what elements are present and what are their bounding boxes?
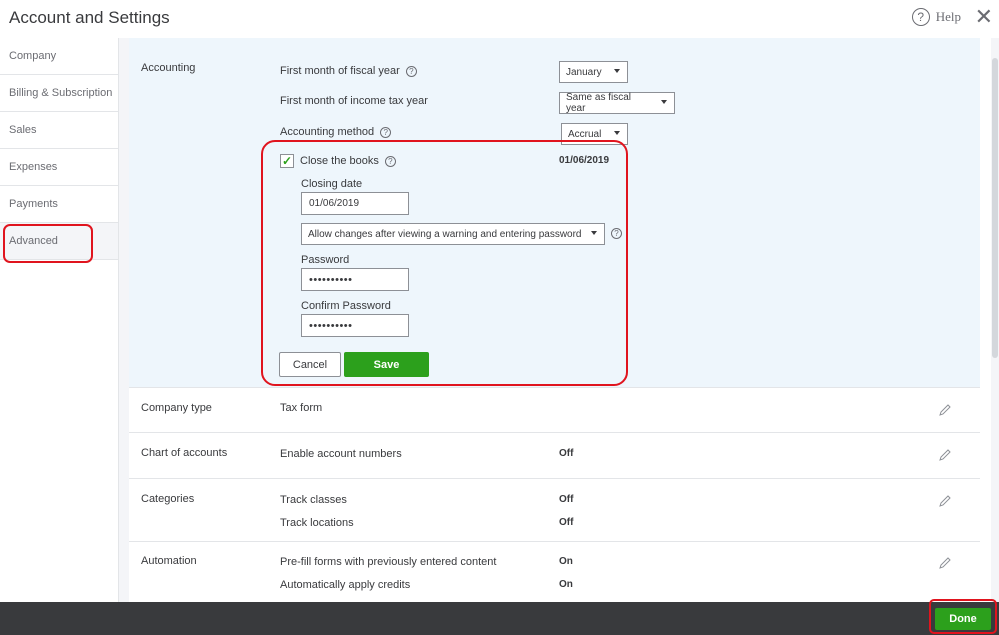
- apply-credits-value: On: [559, 579, 573, 590]
- pencil-icon[interactable]: [938, 494, 952, 508]
- scrollbar-thumb[interactable]: [992, 58, 998, 358]
- fiscal-year-label: First month of fiscal year?: [280, 65, 417, 77]
- prefill-forms-value: On: [559, 556, 573, 567]
- sidebar-item-label: Sales: [9, 124, 37, 136]
- info-icon[interactable]: ?: [405, 65, 417, 77]
- account-numbers-label: Enable account numbers: [280, 448, 402, 460]
- highlight-advanced: [3, 224, 93, 263]
- sidebar-item-billing[interactable]: Billing & Subscription: [0, 75, 118, 112]
- chevron-down-icon: [614, 131, 620, 135]
- pencil-icon[interactable]: [938, 403, 952, 417]
- fiscal-year-value: January: [566, 66, 602, 78]
- accounting-method-label: Accounting method?: [280, 126, 392, 138]
- income-tax-select[interactable]: Same as fiscal year: [559, 92, 675, 114]
- scrollbar[interactable]: [991, 38, 999, 602]
- sidebar-item-label: Company: [9, 50, 57, 62]
- settings-panel: Accounting First month of fiscal year? J…: [129, 38, 991, 602]
- section-title-accounting: Accounting: [141, 62, 196, 74]
- pencil-icon[interactable]: [938, 556, 952, 570]
- sidebar: Company Billing & Subscription Sales Exp…: [0, 38, 119, 602]
- sidebar-item-label: Expenses: [9, 161, 58, 173]
- fiscal-year-select[interactable]: January: [559, 61, 628, 83]
- sidebar-item-expenses[interactable]: Expenses: [0, 149, 118, 186]
- help-icon: ?: [911, 8, 930, 26]
- apply-credits-label: Automatically apply credits: [280, 579, 411, 591]
- chevron-down-icon: [661, 100, 667, 104]
- tax-form-label: Tax form: [280, 402, 323, 414]
- help-label: Help: [935, 9, 961, 24]
- sidebar-item-payments[interactable]: Payments: [0, 186, 118, 223]
- section-title-automation: Automation: [141, 555, 197, 567]
- info-icon[interactable]: ?: [380, 126, 392, 138]
- sidebar-item-company[interactable]: Company: [0, 38, 118, 75]
- track-locations-label: Track locations: [280, 517, 354, 529]
- track-locations-value: Off: [559, 517, 574, 528]
- section-title-company-type: Company type: [141, 402, 212, 414]
- account-numbers-value: Off: [559, 448, 574, 459]
- help-button[interactable]: ? Help: [911, 8, 961, 26]
- page-title: Account and Settings: [9, 8, 170, 27]
- automation-section: Automation Pre-fill forms with previousl…: [129, 541, 980, 602]
- chevron-down-icon: [614, 69, 620, 73]
- sidebar-item-sales[interactable]: Sales: [0, 112, 118, 149]
- sidebar-item-label: Billing & Subscription: [9, 87, 113, 99]
- section-title-chart-of-accounts: Chart of accounts: [141, 447, 228, 459]
- sidebar-item-label: Payments: [9, 198, 58, 210]
- header: Account and Settings ? Help ✕: [0, 0, 999, 38]
- income-tax-label: First month of income tax year: [280, 95, 428, 107]
- chart-of-accounts-section: Chart of accounts Enable account numbers…: [129, 432, 980, 478]
- company-type-section: Company type Tax form: [129, 387, 980, 432]
- prefill-forms-label: Pre-fill forms with previously entered c…: [280, 556, 497, 568]
- highlight-close-books: [261, 140, 628, 386]
- fiscal-year-text: First month of fiscal year: [280, 65, 400, 77]
- pencil-icon[interactable]: [938, 448, 952, 462]
- accounting-section: Accounting First month of fiscal year? J…: [129, 38, 980, 387]
- track-classes-label: Track classes: [280, 494, 347, 506]
- income-tax-value: Same as fiscal year: [566, 92, 632, 114]
- close-icon[interactable]: ✕: [975, 6, 993, 28]
- accounting-method-text: Accounting method: [280, 126, 375, 138]
- section-title-categories: Categories: [141, 493, 195, 505]
- highlight-done: [929, 599, 997, 634]
- footer: Done: [0, 599, 999, 635]
- gutter: [119, 38, 129, 602]
- track-classes-value: Off: [559, 494, 574, 505]
- categories-section: Categories Track classes Off Track locat…: [129, 478, 980, 541]
- accounting-method-value: Accrual: [568, 128, 602, 140]
